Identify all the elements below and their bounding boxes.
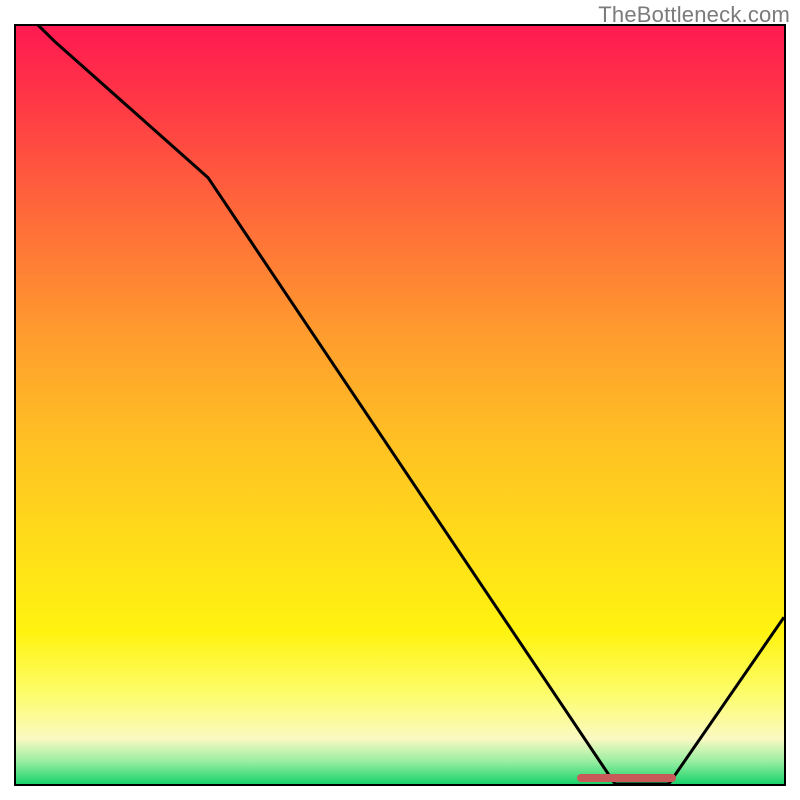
watermark-text: TheBottleneck.com	[598, 2, 790, 28]
bottleneck-curve	[16, 26, 784, 784]
bottleneck-chart: TheBottleneck.com	[0, 0, 800, 800]
curve-path	[16, 26, 784, 784]
plot-area	[14, 24, 786, 786]
minimum-marker	[577, 774, 677, 782]
